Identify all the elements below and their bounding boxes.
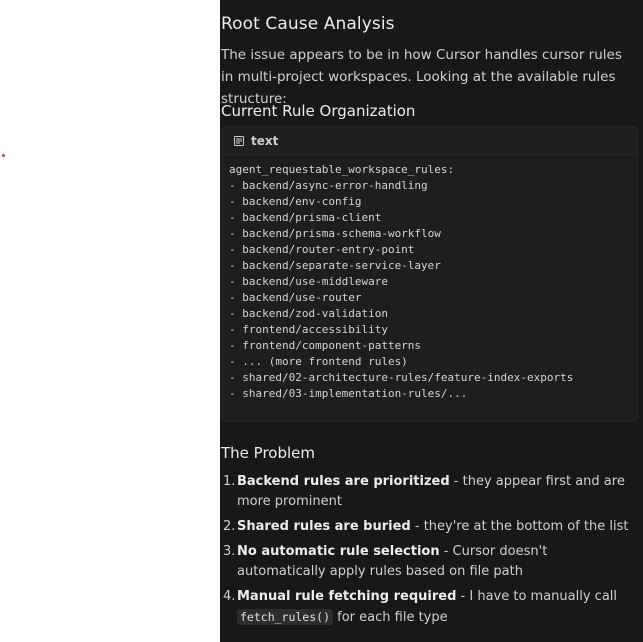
list-item: 4. Manual rule fetching required - I have… (221, 587, 639, 628)
list-item: 1. Backend rules are prioritized - they a… (221, 472, 639, 512)
list-item-bold: Manual rule fetching required (237, 589, 457, 604)
list-item-bold: Shared rules are buried (237, 519, 411, 534)
code-language-label: text (251, 133, 279, 148)
list-number: 3. (223, 544, 236, 559)
code-content[interactable]: agent_requestable_workspace_rules: - bac… (222, 155, 637, 402)
document-lines-icon (234, 135, 244, 146)
left-blank-area (0, 0, 220, 642)
code-block-header: text (222, 127, 637, 155)
red-indicator-dot (2, 154, 5, 157)
inline-code: fetch_rules() (237, 609, 334, 625)
subsection-title: Current Rule Organization (221, 102, 416, 120)
problem-title: The Problem (221, 444, 315, 462)
list-number: 4. (223, 589, 236, 604)
list-item-bold: No automatic rule selection (237, 544, 440, 559)
list-number: 1. (223, 474, 236, 489)
list-number: 2. (223, 519, 236, 534)
chat-message-panel: Root Cause Analysis The issue appears to… (220, 0, 643, 642)
intro-paragraph: The issue appears to be in how Cursor ha… (221, 47, 622, 107)
list-item-text: - they're at the bottom of the list (410, 519, 629, 534)
list-item-text: for each file type (333, 610, 448, 625)
list-item-bold: Backend rules are prioritized (237, 474, 450, 489)
section-title: Root Cause Analysis (221, 14, 395, 34)
problem-list: 1. Backend rules are prioritized - they a… (221, 472, 639, 633)
code-block: text agent_requestable_workspace_rules: … (221, 126, 638, 422)
list-item: 3. No automatic rule selection - Cursor d… (221, 542, 639, 582)
list-item-text: - I have to manually call (456, 589, 618, 604)
list-item: 2. Shared rules are buried - they're at t… (221, 517, 639, 537)
